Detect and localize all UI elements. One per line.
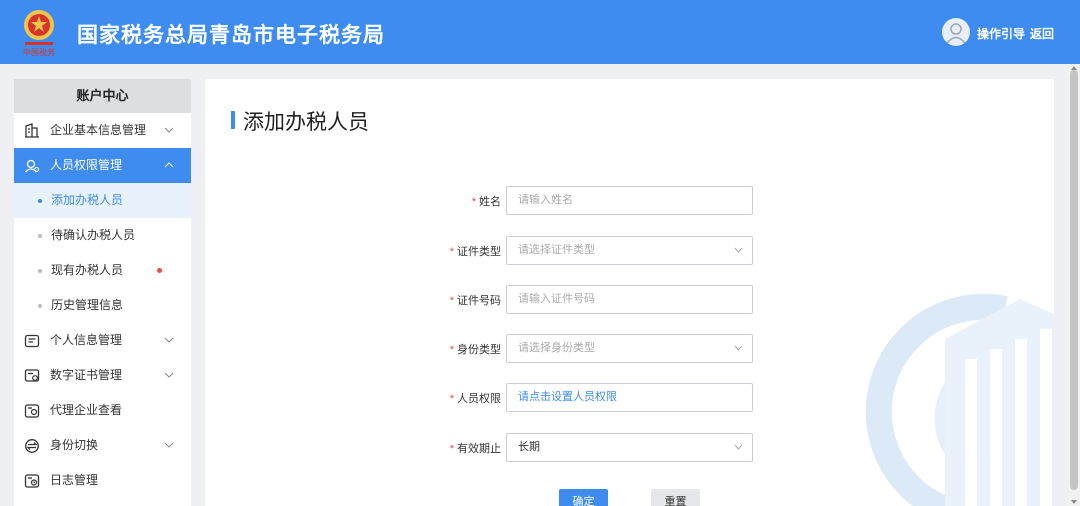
switch-icon bbox=[25, 439, 39, 453]
chevron-down-icon bbox=[164, 127, 174, 133]
menu-item-label: 企业基本信息管理 bbox=[50, 123, 147, 137]
permission-setting-field[interactable]: 请点击设置人员权限 bbox=[506, 383, 753, 412]
tax-emblem-logo: 中国税务 bbox=[23, 10, 55, 57]
form-row-name: * 姓名 请输入姓名 bbox=[205, 186, 1054, 215]
menu-item-company-info[interactable]: 企业基本信息管理 bbox=[14, 113, 191, 148]
sidebar: 账户中心 企业基本信息管理 人员权限管理 添加办税人员 待确认办税人员 现有办税… bbox=[14, 79, 191, 506]
identity-type-select[interactable]: 请选择身份类型 bbox=[506, 334, 753, 363]
menu-item-label: 日志管理 bbox=[50, 473, 99, 487]
form-row-validity: * 有效期止 长期 bbox=[205, 433, 1054, 462]
sub-item-label: 现有办税人员 bbox=[51, 263, 124, 277]
sub-item-current-staff[interactable]: 现有办税人员 bbox=[14, 253, 191, 288]
site-title: 国家税务总局青岛市电子税务局 bbox=[77, 24, 385, 47]
svg-text:中国税务: 中国税务 bbox=[23, 47, 55, 57]
menu-item-certificates[interactable]: 数字证书管理 bbox=[14, 358, 191, 393]
sub-item-label: 待确认办税人员 bbox=[51, 228, 136, 242]
back-link[interactable]: 返回 bbox=[1030, 25, 1054, 42]
chevron-down-icon bbox=[164, 337, 174, 343]
chevron-down-icon bbox=[734, 247, 743, 253]
page-title: 添加办税人员 bbox=[243, 111, 369, 134]
menu-item-label: 个人信息管理 bbox=[50, 333, 123, 347]
top-header: 中国税务 国家税务总局青岛市电子税务局 操作引导 返回 bbox=[0, 0, 1080, 64]
id-number-label: * 证件号码 bbox=[449, 295, 501, 307]
name-label: * 姓名 bbox=[471, 196, 501, 208]
log-icon bbox=[24, 474, 40, 488]
menu-item-label: 代理企业查看 bbox=[50, 403, 123, 417]
sub-item-history[interactable]: 历史管理信息 bbox=[14, 288, 191, 323]
notification-dot bbox=[157, 268, 162, 273]
validity-select[interactable]: 长期 bbox=[506, 433, 753, 462]
validity-label: * 有效期止 bbox=[449, 443, 501, 455]
chevron-down-icon bbox=[734, 345, 743, 351]
chevron-down-icon bbox=[734, 444, 743, 450]
menu-item-personal-info[interactable]: 个人信息管理 bbox=[14, 323, 191, 358]
form-row-id-number: * 证件号码 请输入证件号码 bbox=[205, 285, 1054, 314]
sub-item-label: 历史管理信息 bbox=[51, 298, 124, 312]
scroll-down-arrow-icon[interactable] bbox=[1071, 500, 1077, 504]
sub-item-label: 添加办税人员 bbox=[51, 193, 124, 207]
bullet-icon bbox=[38, 304, 42, 308]
validity-value: 长期 bbox=[518, 441, 540, 453]
user-permission-icon bbox=[25, 159, 40, 173]
page-scrollbar[interactable] bbox=[1068, 64, 1080, 506]
id-number-input[interactable]: 请输入证件号码 bbox=[506, 285, 753, 314]
agency-icon bbox=[24, 404, 40, 418]
form-row-identity-type: * 身份类型 请选择身份类型 bbox=[205, 334, 1054, 363]
bullet-icon bbox=[38, 234, 42, 238]
id-type-select[interactable]: 请选择证件类型 bbox=[506, 236, 753, 265]
id-card-icon bbox=[24, 334, 40, 348]
building-icon bbox=[25, 123, 39, 138]
chevron-down-icon bbox=[164, 442, 174, 448]
identity-type-placeholder: 请选择身份类型 bbox=[518, 342, 595, 354]
bullet-icon bbox=[38, 269, 42, 273]
menu-item-agency[interactable]: 代理企业查看 bbox=[14, 393, 191, 428]
chevron-up-icon bbox=[164, 162, 174, 168]
user-avatar-icon[interactable] bbox=[942, 18, 970, 46]
name-input[interactable]: 请输入姓名 bbox=[506, 186, 753, 215]
identity-type-label: * 身份类型 bbox=[449, 344, 501, 356]
sidebar-title: 账户中心 bbox=[14, 79, 191, 113]
menu-item-label: 身份切换 bbox=[50, 438, 99, 452]
certificate-icon bbox=[24, 369, 40, 382]
guide-link[interactable]: 操作引导 bbox=[977, 25, 1025, 42]
menu-item-label: 人员权限管理 bbox=[50, 158, 123, 172]
bullet-icon bbox=[38, 199, 42, 203]
id-type-label: * 证件类型 bbox=[449, 246, 501, 258]
menu-item-permissions[interactable]: 人员权限管理 bbox=[14, 148, 191, 183]
sub-item-pending-staff[interactable]: 待确认办税人员 bbox=[14, 218, 191, 253]
confirm-button[interactable]: 确定 bbox=[559, 489, 608, 506]
form-row-permission: * 人员权限 请点击设置人员权限 bbox=[205, 383, 1054, 412]
permission-label: * 人员权限 bbox=[449, 393, 501, 405]
title-accent-bar bbox=[231, 111, 235, 129]
main-panel: 添加办税人员 * 姓名 请输入姓名 * 证件类型 请选择证件类型 * 证件号码 请输入… bbox=[205, 79, 1054, 506]
sub-item-add-tax-staff[interactable]: 添加办税人员 bbox=[14, 183, 191, 218]
reset-button[interactable]: 重置 bbox=[651, 489, 700, 506]
form-row-id-type: * 证件类型 请选择证件类型 bbox=[205, 236, 1054, 265]
id-type-placeholder: 请选择证件类型 bbox=[518, 244, 595, 256]
chevron-down-icon bbox=[164, 372, 174, 378]
scrollbar-thumb[interactable] bbox=[1070, 70, 1078, 490]
menu-item-logs[interactable]: 日志管理 bbox=[14, 463, 191, 498]
menu-item-identity-switch[interactable]: 身份切换 bbox=[14, 428, 191, 463]
menu-item-label: 数字证书管理 bbox=[50, 368, 123, 382]
